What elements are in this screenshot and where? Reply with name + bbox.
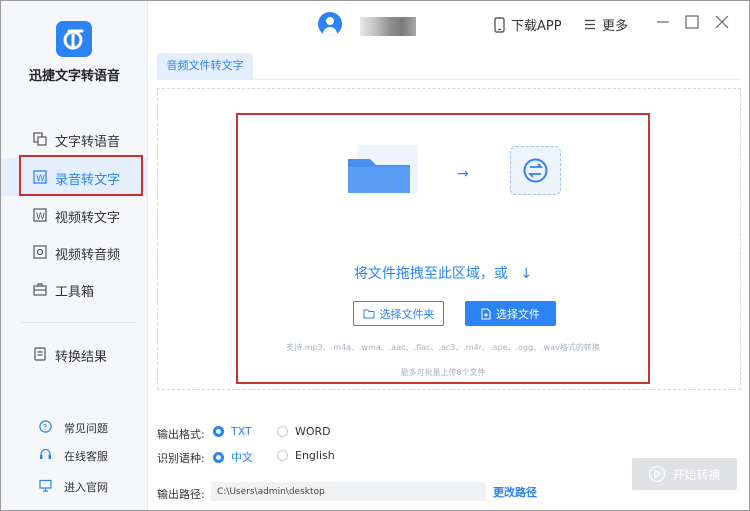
output-format-label: 输出格式: xyxy=(157,428,205,441)
output-path-field[interactable] xyxy=(211,482,486,501)
svg-text:?: ? xyxy=(43,423,47,432)
sidebar-item-video-to-audio[interactable]: 视频转音频 xyxy=(1,233,148,271)
sidebar-item-results[interactable]: 转换结果 xyxy=(1,335,148,373)
sidebar-item-toolbox[interactable]: 工具箱 xyxy=(1,270,148,308)
tab-audio-to-text[interactable]: 音频文件转文字 xyxy=(157,53,253,79)
help-website[interactable]: 进入官网 xyxy=(1,475,148,497)
toolbox-icon xyxy=(33,283,47,296)
change-path-link[interactable]: 更改路径 xyxy=(493,484,537,500)
video-to-audio-icon xyxy=(33,245,47,259)
help-faq[interactable]: ? 常见问题 xyxy=(1,416,148,438)
radio-selected-icon xyxy=(213,451,224,463)
active-item-highlight xyxy=(19,155,143,196)
app-name: 迅捷文字转语音 xyxy=(28,69,120,84)
output-path-label: 输出路径: xyxy=(157,488,205,501)
help-online-support[interactable]: 在线客服 xyxy=(1,444,148,466)
headset-icon xyxy=(40,448,51,459)
tab-underline xyxy=(157,79,741,80)
supported-formats-text: 支持.mp3、.m4a、.wma、.aac、.flac、.ac3、.m4r、.a… xyxy=(286,343,600,352)
sidebar-item-video-to-text[interactable]: W 视频转文字 xyxy=(1,196,148,234)
language-radio-chinese[interactable]: 中文 xyxy=(213,449,253,465)
choose-file-button[interactable]: 选择文件 xyxy=(465,301,556,326)
add-file-icon xyxy=(481,308,491,319)
max-files-text: 最多可批量上传8个文件 xyxy=(400,368,486,377)
minimize-icon[interactable] xyxy=(656,15,670,29)
text-to-speech-icon xyxy=(33,132,47,146)
help-label: 在线客服 xyxy=(64,450,108,463)
sidebar-item-label: 转换结果 xyxy=(55,350,108,365)
avatar-body xyxy=(323,27,337,36)
radio-label: English xyxy=(295,449,335,462)
convert-illustration xyxy=(510,146,561,195)
convert-arrows-icon xyxy=(523,158,548,183)
folder-icon xyxy=(363,309,374,318)
question-icon: ? xyxy=(39,420,52,433)
sidebar-divider xyxy=(21,322,136,323)
radio-label: WORD xyxy=(295,425,331,438)
download-app-label: 下载APP xyxy=(511,19,562,34)
drop-hint: 将文件拖拽至此区域，或 ↓ xyxy=(236,263,650,283)
sidebar-item-label: 工具箱 xyxy=(55,285,95,300)
phone-icon xyxy=(494,16,505,33)
radio-selected-icon xyxy=(213,426,224,437)
format-radio-txt[interactable]: TXT xyxy=(213,425,252,438)
start-conversion-label: 开始转换 xyxy=(672,467,721,482)
more-menu-button[interactable]: 更多 xyxy=(584,15,628,34)
app-logo xyxy=(56,21,92,57)
choose-folder-label: 选择文件夹 xyxy=(379,307,435,321)
menu-icon xyxy=(585,19,595,30)
play-icon xyxy=(649,465,666,483)
maximize-icon[interactable] xyxy=(685,15,699,29)
results-icon xyxy=(34,347,46,361)
help-label: 常见问题 xyxy=(64,422,108,435)
logo-icon xyxy=(63,29,84,50)
sidebar-item-text-to-speech[interactable]: 文字转语音 xyxy=(1,120,148,158)
sidebar-item-label: 视频转文字 xyxy=(55,211,121,226)
user-avatar[interactable] xyxy=(318,12,342,36)
arrow-right-icon: → xyxy=(457,166,469,182)
svg-text:W: W xyxy=(36,212,45,222)
radio-label: 中文 xyxy=(231,451,253,464)
username-redacted xyxy=(360,17,416,36)
radio-unselected-icon xyxy=(277,450,288,461)
start-conversion-button[interactable]: 开始转换 xyxy=(632,458,737,490)
sidebar-item-label: 视频转音频 xyxy=(55,248,121,263)
download-app-button[interactable]: 下载APP xyxy=(494,15,562,34)
sidebar: 迅捷文字转语音 文字转语音 W 录音转文字 W 视频转文字 视频转音频 工具箱 … xyxy=(1,1,148,510)
avatar-head xyxy=(326,17,334,25)
video-to-text-icon: W xyxy=(33,208,47,222)
radio-label: TXT xyxy=(231,425,252,438)
more-label: 更多 xyxy=(602,19,629,34)
help-label: 进入官网 xyxy=(64,481,108,494)
language-radio-english[interactable]: English xyxy=(277,449,335,462)
radio-unselected-icon xyxy=(277,426,288,437)
folder-illustration-icon xyxy=(348,145,418,193)
choose-file-label: 选择文件 xyxy=(496,307,540,321)
choose-folder-button[interactable]: 选择文件夹 xyxy=(353,301,444,326)
language-label: 识别语种: xyxy=(157,452,205,465)
drop-hint-text: 将文件拖拽至此区域，或 xyxy=(353,266,508,282)
sidebar-item-label: 文字转语音 xyxy=(55,135,121,150)
arrow-down-icon: ↓ xyxy=(520,266,533,282)
monitor-icon xyxy=(39,479,52,492)
close-icon[interactable] xyxy=(715,15,729,29)
format-radio-word[interactable]: WORD xyxy=(277,425,331,438)
